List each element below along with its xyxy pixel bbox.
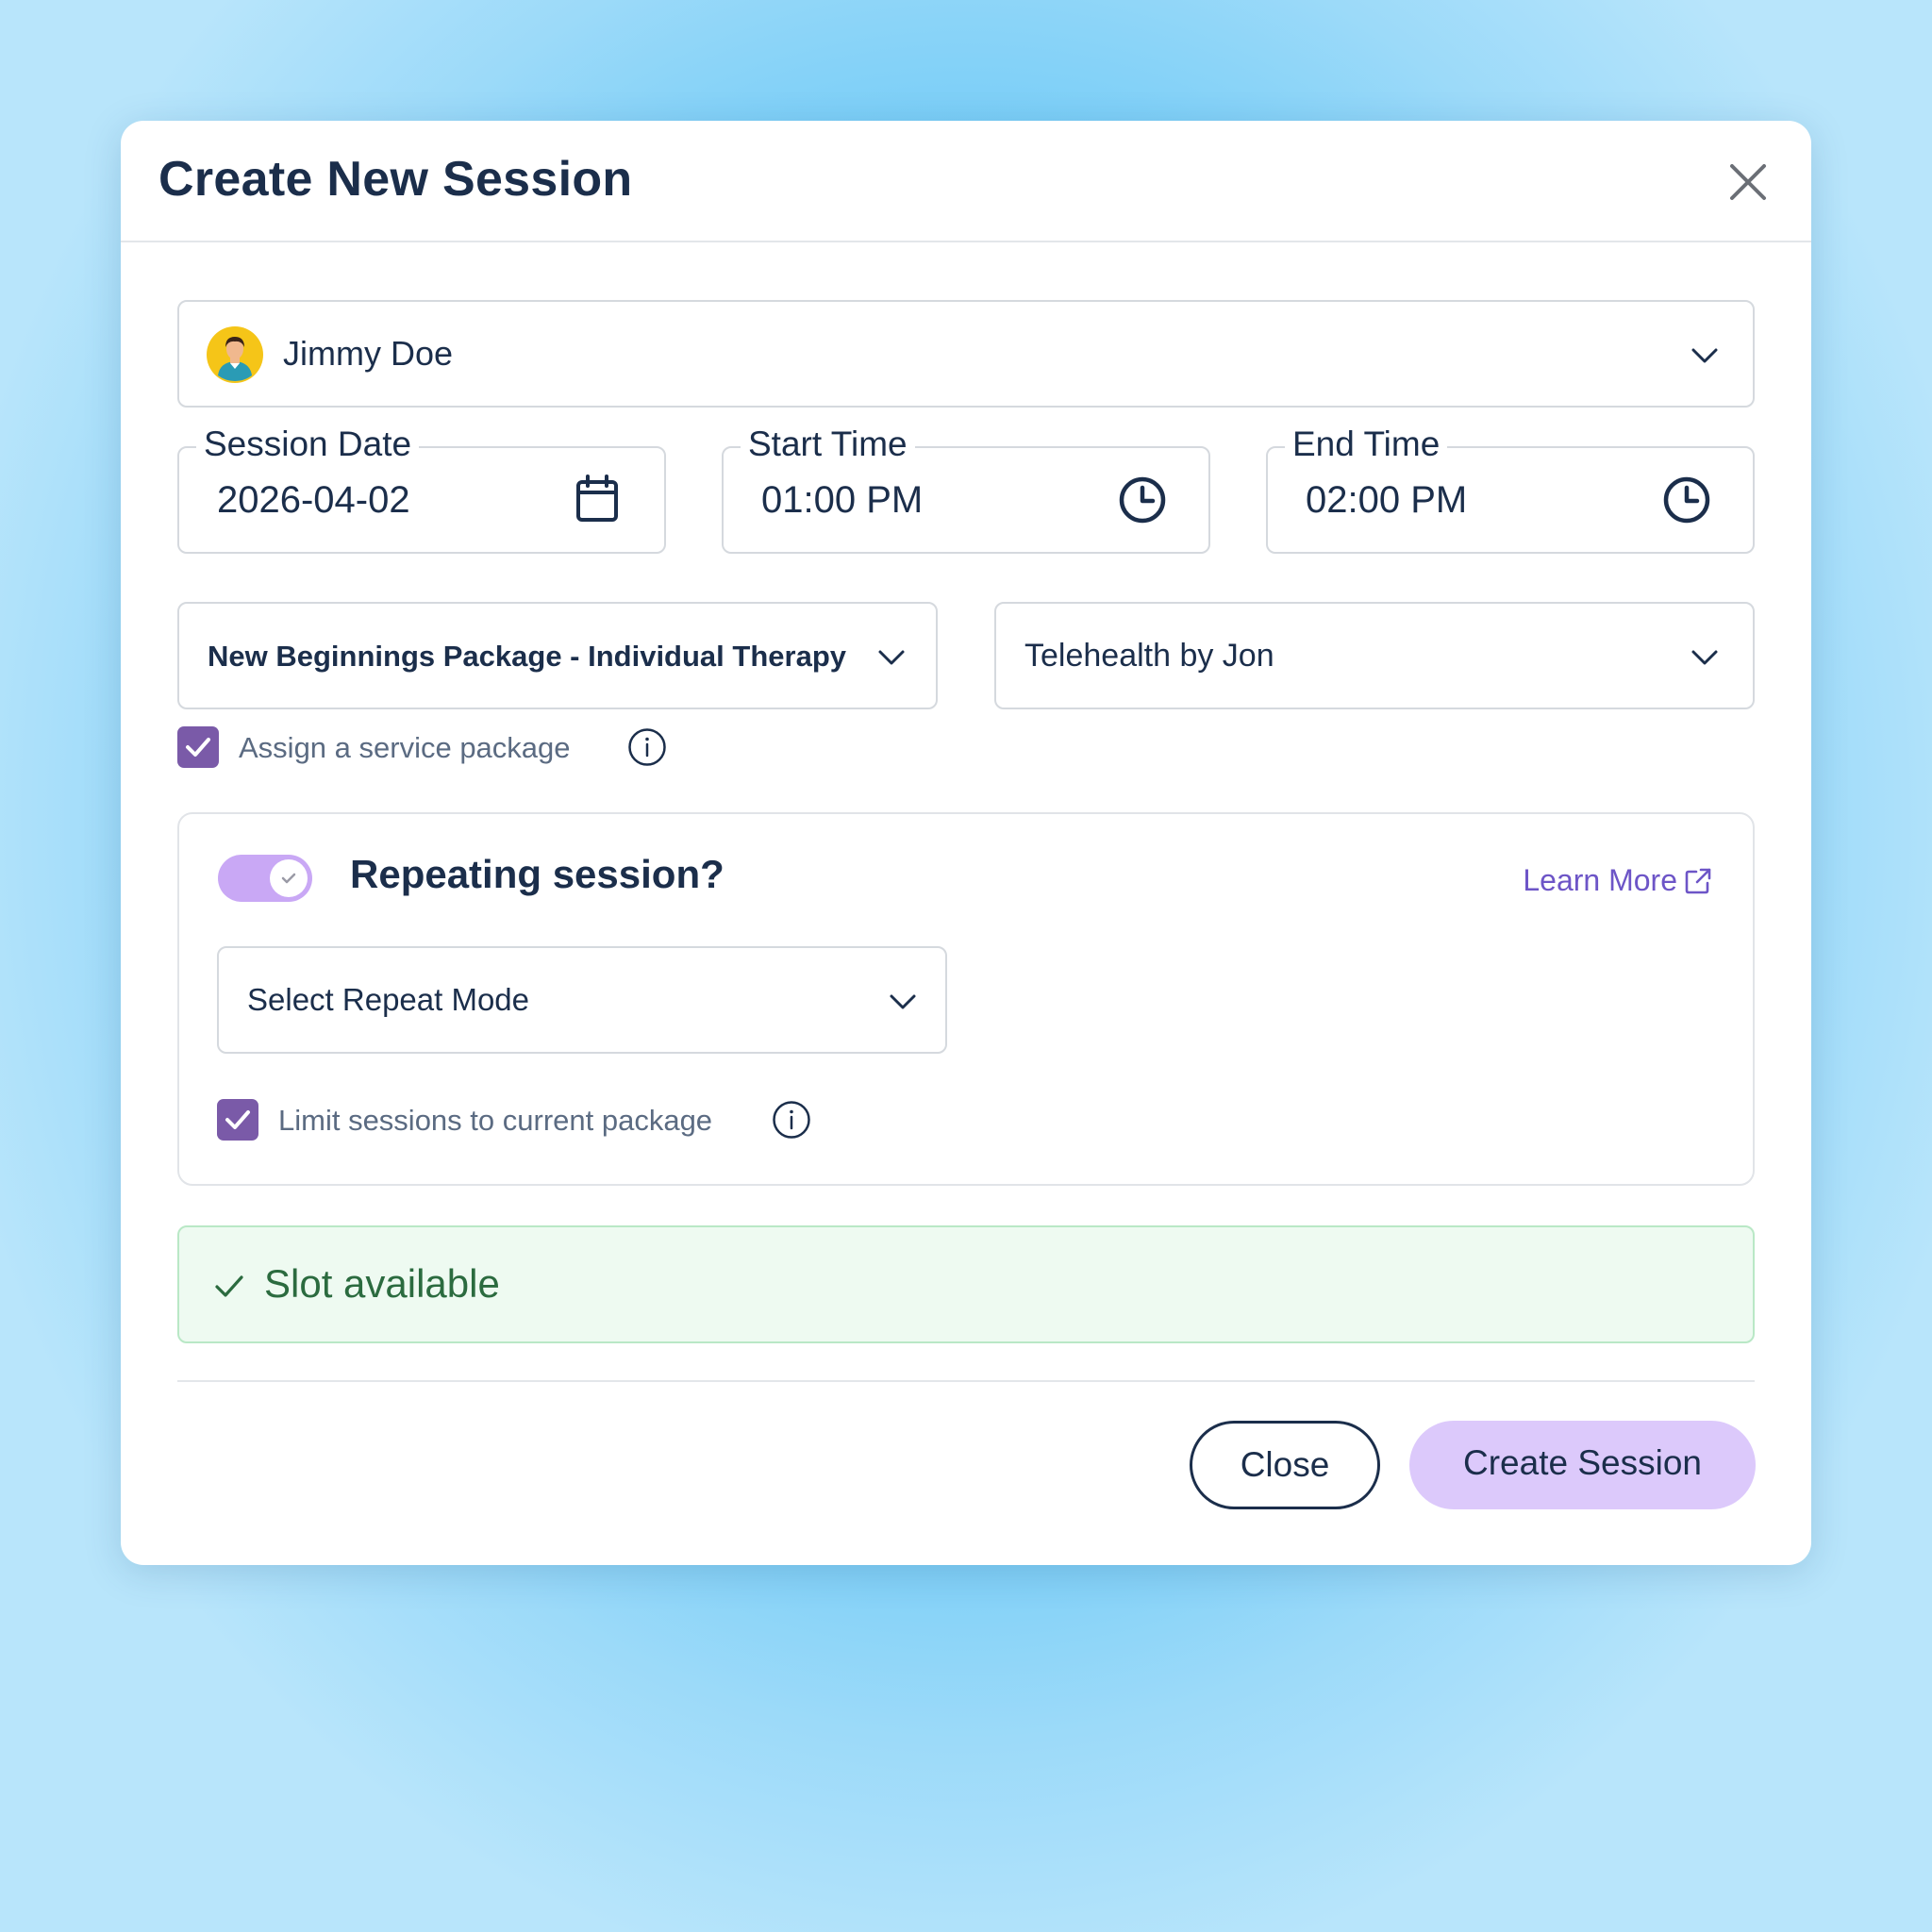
limit-sessions-label: Limit sessions to current package: [278, 1104, 713, 1137]
slot-status-banner: Slot available: [177, 1225, 1755, 1343]
repeating-session-title: Repeating session?: [350, 852, 724, 896]
location-value: Telehealth by Jon: [1024, 638, 1274, 674]
repeat-mode-placeholder: Select Repeat Mode: [247, 982, 530, 1017]
service-package-value: New Beginnings Package - Individual Ther…: [208, 640, 846, 673]
location-select[interactable]: Telehealth by Jon: [994, 602, 1755, 709]
create-session-modal: Create New Session Jimmy Doe Session Dat…: [121, 121, 1811, 1565]
session-date-label: Session Date: [196, 424, 420, 465]
close-icon[interactable]: [1726, 160, 1770, 204]
toggle-knob: [270, 859, 308, 897]
avatar: [207, 326, 263, 383]
learn-more-label: Learn More: [1523, 863, 1677, 897]
client-name: Jimmy Doe: [283, 334, 454, 373]
external-link-icon: [1685, 868, 1711, 893]
close-button[interactable]: Close: [1190, 1421, 1380, 1509]
chevron-down-icon: [1691, 650, 1718, 665]
start-time-value: 01:00 PM: [761, 479, 924, 521]
start-time-label: Start Time: [741, 424, 915, 465]
assign-package-label: Assign a service package: [239, 731, 571, 764]
repeat-mode-select[interactable]: Select Repeat Mode: [217, 946, 947, 1054]
start-time-field[interactable]: Start Time 01:00 PM: [722, 424, 1210, 554]
clock-icon[interactable]: [1662, 475, 1711, 525]
assign-package-checkbox[interactable]: [177, 726, 219, 768]
repeating-session-panel: Repeating session? Learn More Select Rep…: [177, 812, 1755, 1186]
info-icon[interactable]: [772, 1100, 811, 1140]
service-package-select[interactable]: New Beginnings Package - Individual Ther…: [177, 602, 938, 709]
chevron-down-icon: [878, 650, 905, 665]
modal-title: Create New Session: [158, 152, 633, 207]
create-session-button[interactable]: Create Session: [1409, 1421, 1756, 1509]
chevron-down-icon: [1691, 348, 1718, 363]
end-time-label: End Time: [1285, 424, 1448, 465]
calendar-icon[interactable]: [575, 475, 619, 524]
learn-more-link[interactable]: Learn More: [1523, 863, 1713, 898]
end-time-value: 02:00 PM: [1306, 479, 1468, 521]
session-date-value: 2026-04-02: [217, 479, 410, 521]
session-date-field[interactable]: Session Date 2026-04-02: [177, 424, 666, 554]
limit-sessions-checkbox[interactable]: [217, 1099, 258, 1141]
slot-status-text: Slot available: [264, 1261, 500, 1306]
chevron-down-icon: [890, 994, 916, 1009]
repeating-session-toggle[interactable]: [218, 855, 312, 902]
client-select[interactable]: Jimmy Doe: [177, 300, 1755, 408]
end-time-field[interactable]: End Time 02:00 PM: [1266, 424, 1755, 554]
check-icon: [215, 1275, 243, 1297]
clock-icon[interactable]: [1118, 475, 1167, 525]
modal-header: Create New Session: [121, 121, 1811, 242]
info-icon[interactable]: [627, 727, 667, 767]
footer-divider: [177, 1380, 1755, 1382]
